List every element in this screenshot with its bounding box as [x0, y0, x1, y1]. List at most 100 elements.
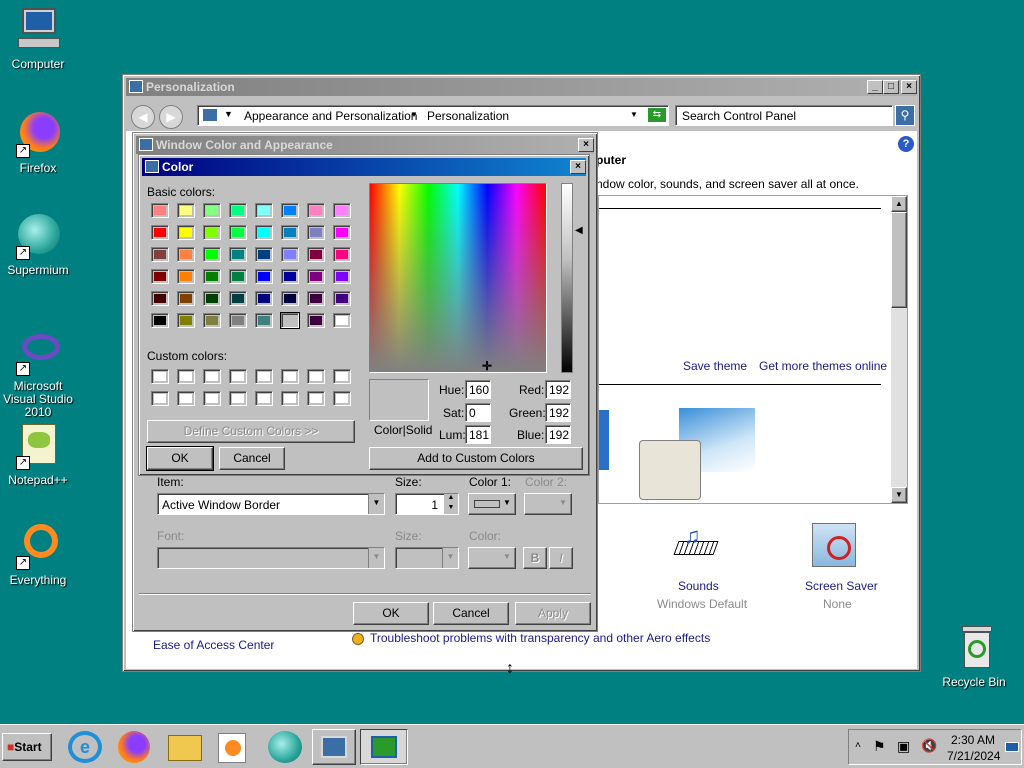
ie-taskbar-icon[interactable]: e	[68, 731, 102, 763]
basic-color-swatch[interactable]	[229, 313, 247, 328]
wca-close-button[interactable]: ×	[578, 138, 594, 152]
refresh-icon[interactable]: ⇆	[647, 107, 667, 123]
help-icon[interactable]: ?	[898, 136, 914, 152]
custom-color-swatch[interactable]	[203, 391, 221, 406]
basic-color-swatch[interactable]	[333, 291, 351, 306]
basic-color-swatch[interactable]	[151, 225, 169, 240]
basic-color-swatch[interactable]	[333, 203, 351, 218]
basic-color-swatch[interactable]	[151, 313, 169, 328]
luminance-bar[interactable]	[561, 183, 573, 373]
personalization-titlebar[interactable]: Personalization	[126, 78, 917, 96]
basic-color-swatch[interactable]	[177, 203, 195, 218]
basic-color-swatch[interactable]	[281, 291, 299, 306]
basic-color-swatch[interactable]	[203, 269, 221, 284]
basic-color-swatch[interactable]	[307, 225, 325, 240]
custom-color-swatch[interactable]	[229, 369, 247, 384]
font-color-button[interactable]: ▼	[468, 547, 516, 569]
recycle-bin-desktop-icon[interactable]: Recycle Bin	[936, 624, 1012, 689]
everything-desktop-icon[interactable]: ↗ Everything	[0, 522, 76, 587]
search-input[interactable]: Search Control Panel	[675, 105, 893, 126]
basic-color-swatch[interactable]	[229, 225, 247, 240]
start-button[interactable]: ■Start	[2, 733, 52, 761]
spin-up-icon[interactable]: ▲	[444, 494, 458, 504]
custom-color-swatch[interactable]	[177, 369, 195, 384]
basic-color-swatch[interactable]	[151, 291, 169, 306]
explorer-taskbar-icon[interactable]	[168, 735, 202, 761]
color-close-button[interactable]: ×	[570, 160, 586, 174]
custom-color-swatch[interactable]	[203, 369, 221, 384]
color-spectrum[interactable]: ✛	[369, 183, 547, 373]
theme-thumbnail-selected[interactable]	[639, 440, 701, 500]
basic-color-swatch[interactable]	[255, 291, 273, 306]
breadcrumb-personalization[interactable]: Personalization	[427, 109, 509, 123]
custom-color-swatch[interactable]	[151, 369, 169, 384]
italic-button[interactable]: I	[549, 547, 573, 569]
close-button[interactable]: ×	[901, 80, 917, 94]
basic-color-swatch[interactable]	[177, 313, 195, 328]
back-arrow-icon[interactable]: ◀	[131, 105, 155, 129]
basic-color-swatch[interactable]	[229, 291, 247, 306]
wca-ok-button[interactable]: OK	[353, 602, 429, 625]
scroll-up-button[interactable]: ▲	[891, 196, 907, 212]
computer-desktop-icon[interactable]: Computer	[0, 6, 76, 71]
spin-down-icon[interactable]: ▼	[444, 504, 458, 514]
custom-color-swatch[interactable]	[307, 391, 325, 406]
breadcrumb-appearance[interactable]: Appearance and Personalization	[244, 109, 417, 123]
basic-color-swatch[interactable]	[203, 203, 221, 218]
supermium-taskbar-icon[interactable]	[268, 731, 302, 763]
basic-color-swatch[interactable]	[255, 313, 273, 328]
screen-saver-link[interactable]: Screen Saver	[805, 579, 878, 593]
color2-button[interactable]: ▼	[524, 493, 572, 515]
clock-time[interactable]: 2:30 AM	[951, 733, 995, 747]
bold-button[interactable]: B	[523, 547, 547, 569]
wca-titlebar[interactable]: Window Color and Appearance	[136, 136, 594, 154]
basic-color-swatch[interactable]	[229, 203, 247, 218]
basic-color-swatch[interactable]	[255, 225, 273, 240]
color-ok-button[interactable]: OK	[146, 446, 214, 471]
basic-color-swatch[interactable]	[281, 269, 299, 284]
custom-color-swatch[interactable]	[229, 391, 247, 406]
basic-color-swatch[interactable]	[203, 247, 221, 262]
notepadpp-desktop-icon[interactable]: ↗ Notepad++	[0, 422, 76, 487]
hue-input[interactable]: 160	[465, 380, 491, 399]
custom-color-swatch[interactable]	[307, 369, 325, 384]
wca-apply-button[interactable]: Apply	[515, 602, 591, 625]
wca-cancel-button[interactable]: Cancel	[433, 602, 509, 625]
basic-color-swatch[interactable]	[281, 203, 299, 218]
color-titlebar[interactable]: Color	[142, 158, 586, 176]
basic-color-swatch[interactable]	[177, 247, 195, 262]
custom-color-swatch[interactable]	[333, 369, 351, 384]
basic-color-swatch[interactable]	[255, 203, 273, 218]
control-panel-taskbar-button[interactable]	[312, 729, 356, 765]
action-center-flag-icon[interactable]: ⚑	[873, 738, 886, 755]
custom-color-swatch[interactable]	[177, 391, 195, 406]
red-input[interactable]: 192	[545, 380, 571, 399]
clock-date[interactable]: 7/21/2024	[947, 749, 1000, 763]
custom-color-swatch[interactable]	[333, 391, 351, 406]
basic-color-swatch[interactable]	[307, 247, 325, 262]
scroll-down-button[interactable]: ▼	[891, 487, 907, 503]
basic-color-swatch[interactable]	[281, 247, 299, 262]
custom-color-swatch[interactable]	[151, 391, 169, 406]
basic-color-swatch[interactable]	[229, 269, 247, 284]
show-hidden-icons-icon[interactable]: ˄	[855, 740, 861, 751]
basic-color-swatch[interactable]	[333, 269, 351, 284]
blue-input[interactable]: 192	[545, 425, 571, 444]
basic-color-swatch[interactable]	[281, 225, 299, 240]
basic-color-swatch[interactable]	[333, 225, 351, 240]
basic-color-swatch[interactable]	[203, 291, 221, 306]
lum-input[interactable]: 181	[465, 425, 491, 444]
sounds-link[interactable]: Sounds	[678, 579, 719, 593]
sounds-icon[interactable]: ♫	[673, 523, 722, 567]
firefox-taskbar-icon[interactable]	[118, 731, 150, 763]
basic-color-swatch[interactable]	[151, 247, 169, 262]
basic-color-swatch[interactable]	[229, 247, 247, 262]
search-icon[interactable]: ⚲	[895, 105, 915, 126]
basic-color-swatch[interactable]	[307, 291, 325, 306]
font-size-dropdown[interactable]: ▼	[395, 547, 459, 569]
basic-color-swatch[interactable]	[151, 203, 169, 218]
color1-button[interactable]: ▼	[468, 493, 516, 515]
basic-color-swatch[interactable]	[177, 225, 195, 240]
custom-color-swatch[interactable]	[255, 391, 273, 406]
basic-color-swatch[interactable]	[177, 291, 195, 306]
